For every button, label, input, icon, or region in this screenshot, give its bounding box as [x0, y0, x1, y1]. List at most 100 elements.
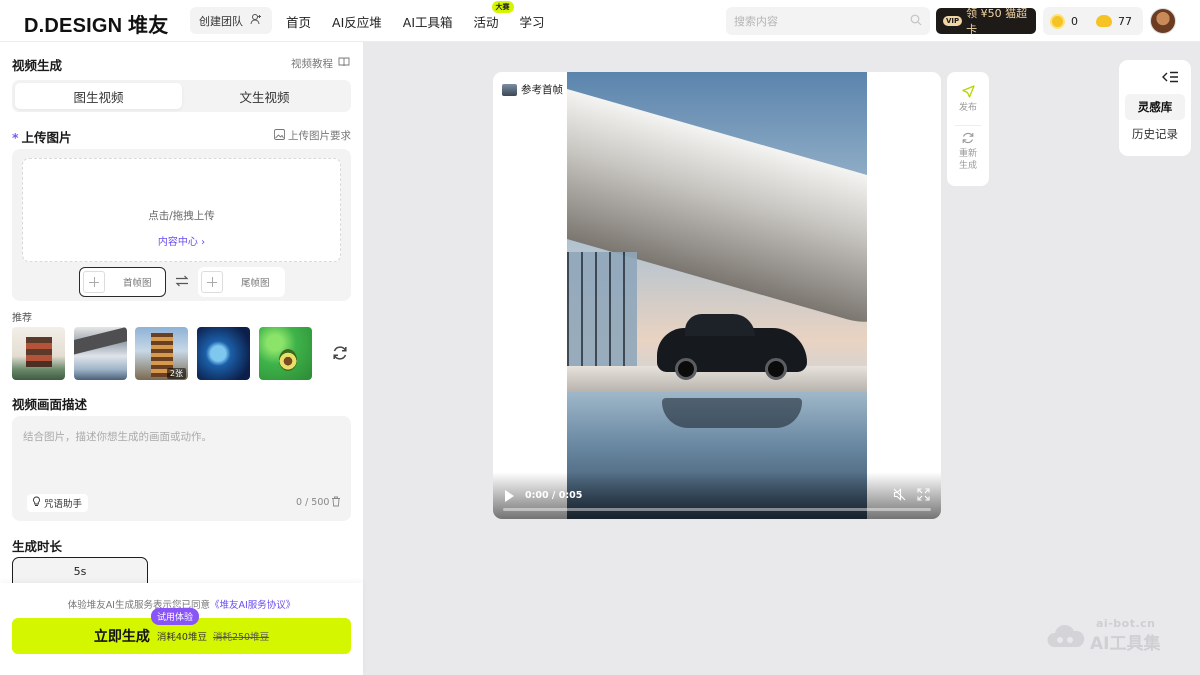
trash-icon[interactable]: [331, 496, 341, 510]
regenerate-label-1: 重新: [958, 149, 977, 159]
agreement-link[interactable]: 《堆友AI服务协议》: [210, 600, 295, 611]
search-input[interactable]: [734, 14, 894, 28]
coin-count-a: 0: [1071, 14, 1078, 28]
search-icon[interactable]: [910, 14, 922, 29]
duration-title: 生成时长: [12, 539, 63, 554]
upload-requirements-link[interactable]: 上传图片要求: [274, 128, 351, 143]
refresh-icon[interactable]: [331, 344, 349, 365]
plus-icon: [83, 271, 105, 293]
bean-icon: [1096, 15, 1112, 27]
watermark-title: AI工具集: [1090, 634, 1161, 654]
lightbulb-icon: [32, 496, 41, 510]
watermark: ai-bot.cn AI工具集: [1046, 617, 1176, 654]
coin-count-b: 77: [1118, 14, 1132, 28]
top-bar: D.DESIGN 堆友 创建团队 首页 AI反应堆 AI工具箱 活动 大赛 学习…: [0, 0, 1200, 42]
vip-promo-button[interactable]: VIP 领 ¥50 猫超卡: [936, 7, 1036, 36]
tab-text-to-video[interactable]: 文生视频: [181, 83, 348, 109]
preview-actions: 发布 重新 生成: [947, 72, 989, 186]
description-title: 视频画面描述: [12, 397, 88, 412]
create-team-button[interactable]: 创建团队: [190, 7, 272, 34]
nav-item-events-label: 活动: [473, 14, 499, 30]
upload-title-label: 上传图片: [21, 130, 72, 145]
description-input[interactable]: [23, 429, 333, 479]
coin-balance[interactable]: 0 77: [1043, 7, 1143, 35]
upload-title: * 上传图片: [12, 127, 72, 146]
nav-item-events[interactable]: 活动 大赛: [473, 0, 514, 31]
nav-item-ai-reactor[interactable]: AI反应堆: [332, 12, 382, 31]
video-time: 0:00 / 0:05: [525, 490, 583, 501]
thumb-count-badge: 2张: [166, 368, 186, 379]
video-tutorial-link[interactable]: 视频教程: [291, 56, 350, 71]
publish-button[interactable]: 发布: [947, 84, 989, 114]
left-panel: 视频生成 视频教程 图生视频 文生视频 * 上传图片 上传图片要求 点击/拖拽上传…: [0, 42, 363, 675]
mode-tabs: 图生视频 文生视频: [12, 80, 351, 112]
fullscreen-icon[interactable]: [917, 488, 930, 504]
recommend-thumb-avocado[interactable]: [259, 327, 312, 380]
regenerate-label-2: 生成: [958, 161, 977, 171]
generate-footer: 体验堆友AI生成服务表示您已同意《堆友AI服务协议》 立即生成 消耗40堆豆 消…: [0, 583, 363, 675]
prompt-helper-label: 咒语助手: [44, 499, 83, 510]
publish-label: 发布: [958, 103, 977, 113]
char-counter: 0 / 500: [296, 497, 330, 508]
main-nav: 首页 AI反应堆 AI工具箱 活动 大赛 学习: [286, 0, 566, 42]
right-side-panel: 灵感库 历史记录: [1119, 60, 1191, 156]
recommend-thumb-car[interactable]: [74, 327, 127, 380]
prompt-helper-button[interactable]: 咒语助手: [27, 494, 89, 512]
upload-requirements-label: 上传图片要求: [288, 130, 351, 142]
recommend-thumb-pavilion[interactable]: [12, 327, 65, 380]
nav-item-learn[interactable]: 学习: [520, 12, 545, 31]
book-icon: [338, 57, 350, 70]
reference-frame-tag: 参考首帧: [502, 82, 563, 97]
recommend-thumb-wave[interactable]: [197, 327, 250, 380]
required-star-icon: *: [12, 130, 19, 145]
upload-dropzone[interactable]: 点击/拖拽上传 内容中心 ›: [22, 158, 341, 262]
recommend-thumb-pagoda[interactable]: 2张: [135, 327, 188, 380]
upload-area: 点击/拖拽上传 内容中心 › 首帧图 尾帧图: [12, 149, 351, 301]
add-user-icon: [250, 13, 262, 28]
content-center-label: 内容中心: [157, 237, 198, 248]
duration-option-5s[interactable]: 5s: [12, 557, 148, 585]
trial-badge: 试用体验: [151, 608, 200, 625]
image-icon: [274, 128, 285, 143]
last-frame-label: 尾帧图: [241, 278, 270, 289]
contest-badge: 大赛: [491, 0, 514, 13]
generate-label: 立即生成: [93, 629, 150, 645]
regenerate-icon: [962, 132, 974, 144]
play-icon[interactable]: [505, 490, 514, 502]
regenerate-button[interactable]: 重新 生成: [947, 131, 989, 172]
cloud-logo-icon: [1047, 624, 1085, 647]
video-tutorial-label: 视频教程: [291, 58, 333, 70]
reference-image-icon: [502, 83, 517, 96]
plus-icon: [201, 271, 223, 293]
recommend-label: 推荐: [12, 313, 32, 324]
chevron-right-icon: ›: [201, 237, 206, 248]
generate-original-cost: 消耗250堆豆: [212, 632, 270, 643]
first-frame-label: 首帧图: [123, 278, 152, 289]
upload-hint: 点击/拖拽上传: [148, 210, 215, 222]
history-tab[interactable]: 历史记录: [1125, 121, 1185, 147]
swap-icon[interactable]: [175, 275, 189, 290]
first-frame-button[interactable]: 首帧图: [79, 267, 166, 297]
avatar[interactable]: [1150, 8, 1176, 34]
last-frame-button[interactable]: 尾帧图: [198, 267, 285, 297]
actions-divider: [955, 125, 981, 126]
nav-item-home[interactable]: 首页: [286, 12, 311, 31]
video-controls: 0:00 / 0:05: [493, 472, 941, 519]
mute-icon[interactable]: [893, 488, 906, 504]
tab-image-to-video[interactable]: 图生视频: [15, 83, 182, 109]
generate-cost: 消耗40堆豆: [156, 632, 207, 643]
logo[interactable]: D.DESIGN 堆友: [24, 9, 168, 38]
inspiration-library-tab[interactable]: 灵感库: [1125, 94, 1185, 120]
create-team-label: 创建团队: [199, 14, 243, 28]
video-frame-image: [567, 72, 867, 519]
vip-promo-label: 领 ¥50 猫超卡: [966, 7, 1028, 36]
content-center-link[interactable]: 内容中心 ›: [23, 233, 340, 248]
video-preview[interactable]: 参考首帧 0:00 / 0:05: [493, 72, 941, 519]
panel-title: 视频生成: [12, 58, 63, 73]
nav-item-ai-toolbox[interactable]: AI工具箱: [403, 12, 453, 31]
reference-frame-label: 参考首帧: [521, 84, 563, 96]
video-progress-bar[interactable]: [503, 508, 931, 511]
coin-icon: [1050, 13, 1065, 29]
collapse-panel-icon[interactable]: [1161, 70, 1179, 87]
vip-tag: VIP: [943, 16, 963, 26]
